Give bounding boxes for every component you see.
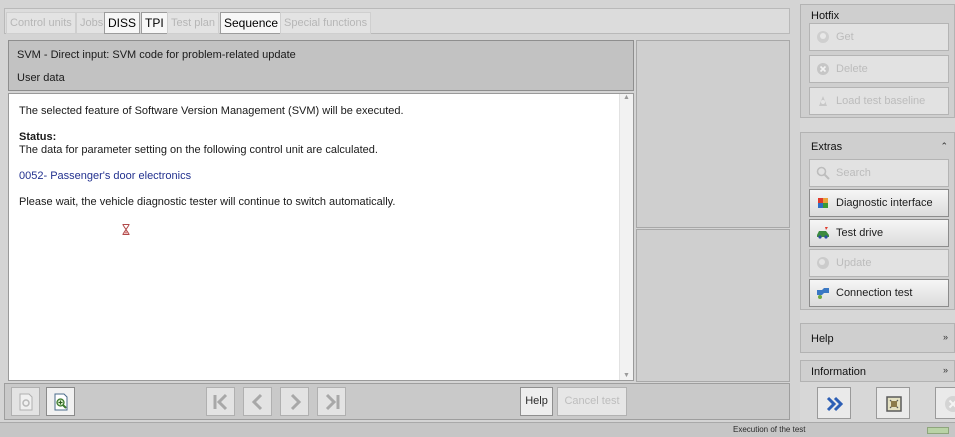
connection-indicator [927,427,949,434]
side-panel-top [636,40,790,228]
status-bar: Execution of the test [0,422,955,437]
first-button[interactable] [206,387,235,416]
help-title: Help [811,333,834,345]
forward-button[interactable] [817,387,851,419]
scroll-up-icon[interactable]: ▲ [623,94,630,101]
baseline-icon [819,96,827,106]
search-button[interactable]: Search [809,159,949,187]
content-scrollbar[interactable]: ▲ ▼ [619,94,633,380]
update-button[interactable]: Update [809,249,949,277]
expand-help-icon[interactable]: » [943,332,948,342]
search-icon [816,166,830,180]
page-title: SVM - Direct input: SVM code for problem… [17,49,296,61]
next-button[interactable] [280,387,309,416]
diagnostic-interface-label: Diagnostic interface [836,197,933,209]
update-icon [817,257,829,269]
intro-text: The selected feature of Software Version… [19,105,404,117]
cancel-test-button[interactable]: Cancel test [557,387,627,416]
hourglass-icon [122,224,130,238]
car-icon [817,227,829,239]
chevron-left-icon [251,393,263,411]
skip-first-icon [213,393,228,411]
status-text: Execution of the test [733,425,806,434]
connection-test-button[interactable]: Connection test [809,279,949,307]
double-chevron-right-icon [826,396,844,412]
diagnostic-interface-icon [818,198,828,208]
right-panel: Hotfix Get Delete Load test baseline Ext… [800,0,955,422]
tab-diss[interactable]: DISS [104,12,141,34]
zoom-document-icon [54,393,68,411]
tab-sequence[interactable]: Sequence [220,12,283,34]
delete-label: Delete [836,63,868,75]
close-icon [945,396,955,412]
tab-control-units[interactable]: Control units [6,12,76,34]
get-icon [817,31,829,43]
status-text: The data for parameter setting on the fo… [19,144,378,156]
search-label: Search [836,167,871,179]
delete-button[interactable]: Delete [809,55,949,83]
help-button[interactable]: Help [520,387,553,416]
information-group[interactable]: Information » [800,360,955,382]
update-label: Update [836,257,872,269]
last-button[interactable] [317,387,346,416]
status-label: Status: [19,131,57,143]
zoom-document-button[interactable] [46,387,75,416]
tab-test-plan[interactable]: Test plan [167,12,220,34]
sequence-header: SVM - Direct input: SVM code for problem… [8,40,634,91]
document-button[interactable] [11,387,40,416]
message-area: The selected feature of Software Version… [8,93,634,381]
previous-button[interactable] [243,387,272,416]
tab-bar: Control units Jobs DISS TPI Test plan Se… [4,8,790,34]
collapse-extras-icon[interactable]: ⌃ [940,141,948,152]
close-button[interactable] [935,387,955,419]
get-label: Get [836,31,854,43]
screenshot-icon [886,396,902,412]
load-test-baseline-label: Load test baseline [836,95,926,107]
scroll-down-icon[interactable]: ▼ [623,372,630,379]
connection-test-label: Connection test [836,287,913,299]
tab-tpi[interactable]: TPI [141,12,168,34]
delete-icon [817,63,829,75]
load-test-baseline-button[interactable]: Load test baseline [809,87,949,115]
document-icon [19,393,33,411]
bottom-toolbar: Help Cancel test [4,383,790,420]
wait-text: Please wait, the vehicle diagnostic test… [19,196,396,208]
page-subtitle: User data [17,72,65,84]
tab-jobs[interactable]: Jobs [76,12,108,34]
control-unit-text: 0052- Passenger's door electronics [19,170,192,182]
test-drive-button[interactable]: Test drive [809,219,949,247]
chevron-right-icon [290,393,302,411]
diagnostic-interface-button[interactable]: Diagnostic interface [809,189,949,217]
hotfix-title: Hotfix [811,10,840,22]
information-title: Information [811,366,867,378]
extras-group: Extras ⌃ Search Diagnostic interface Tes… [800,132,955,310]
test-drive-label: Test drive [836,227,884,239]
extras-title: Extras [811,141,843,153]
screenshot-button[interactable] [876,387,910,419]
expand-information-icon[interactable]: » [943,365,948,375]
side-panel-bottom [636,229,790,382]
get-button[interactable]: Get [809,23,949,51]
skip-last-icon [325,393,340,411]
hotfix-group: Hotfix Get Delete Load test baseline [800,4,955,118]
tab-special-functions[interactable]: Special functions [280,12,372,34]
connection-test-icon [817,288,829,299]
help-group[interactable]: Help » [800,323,955,353]
